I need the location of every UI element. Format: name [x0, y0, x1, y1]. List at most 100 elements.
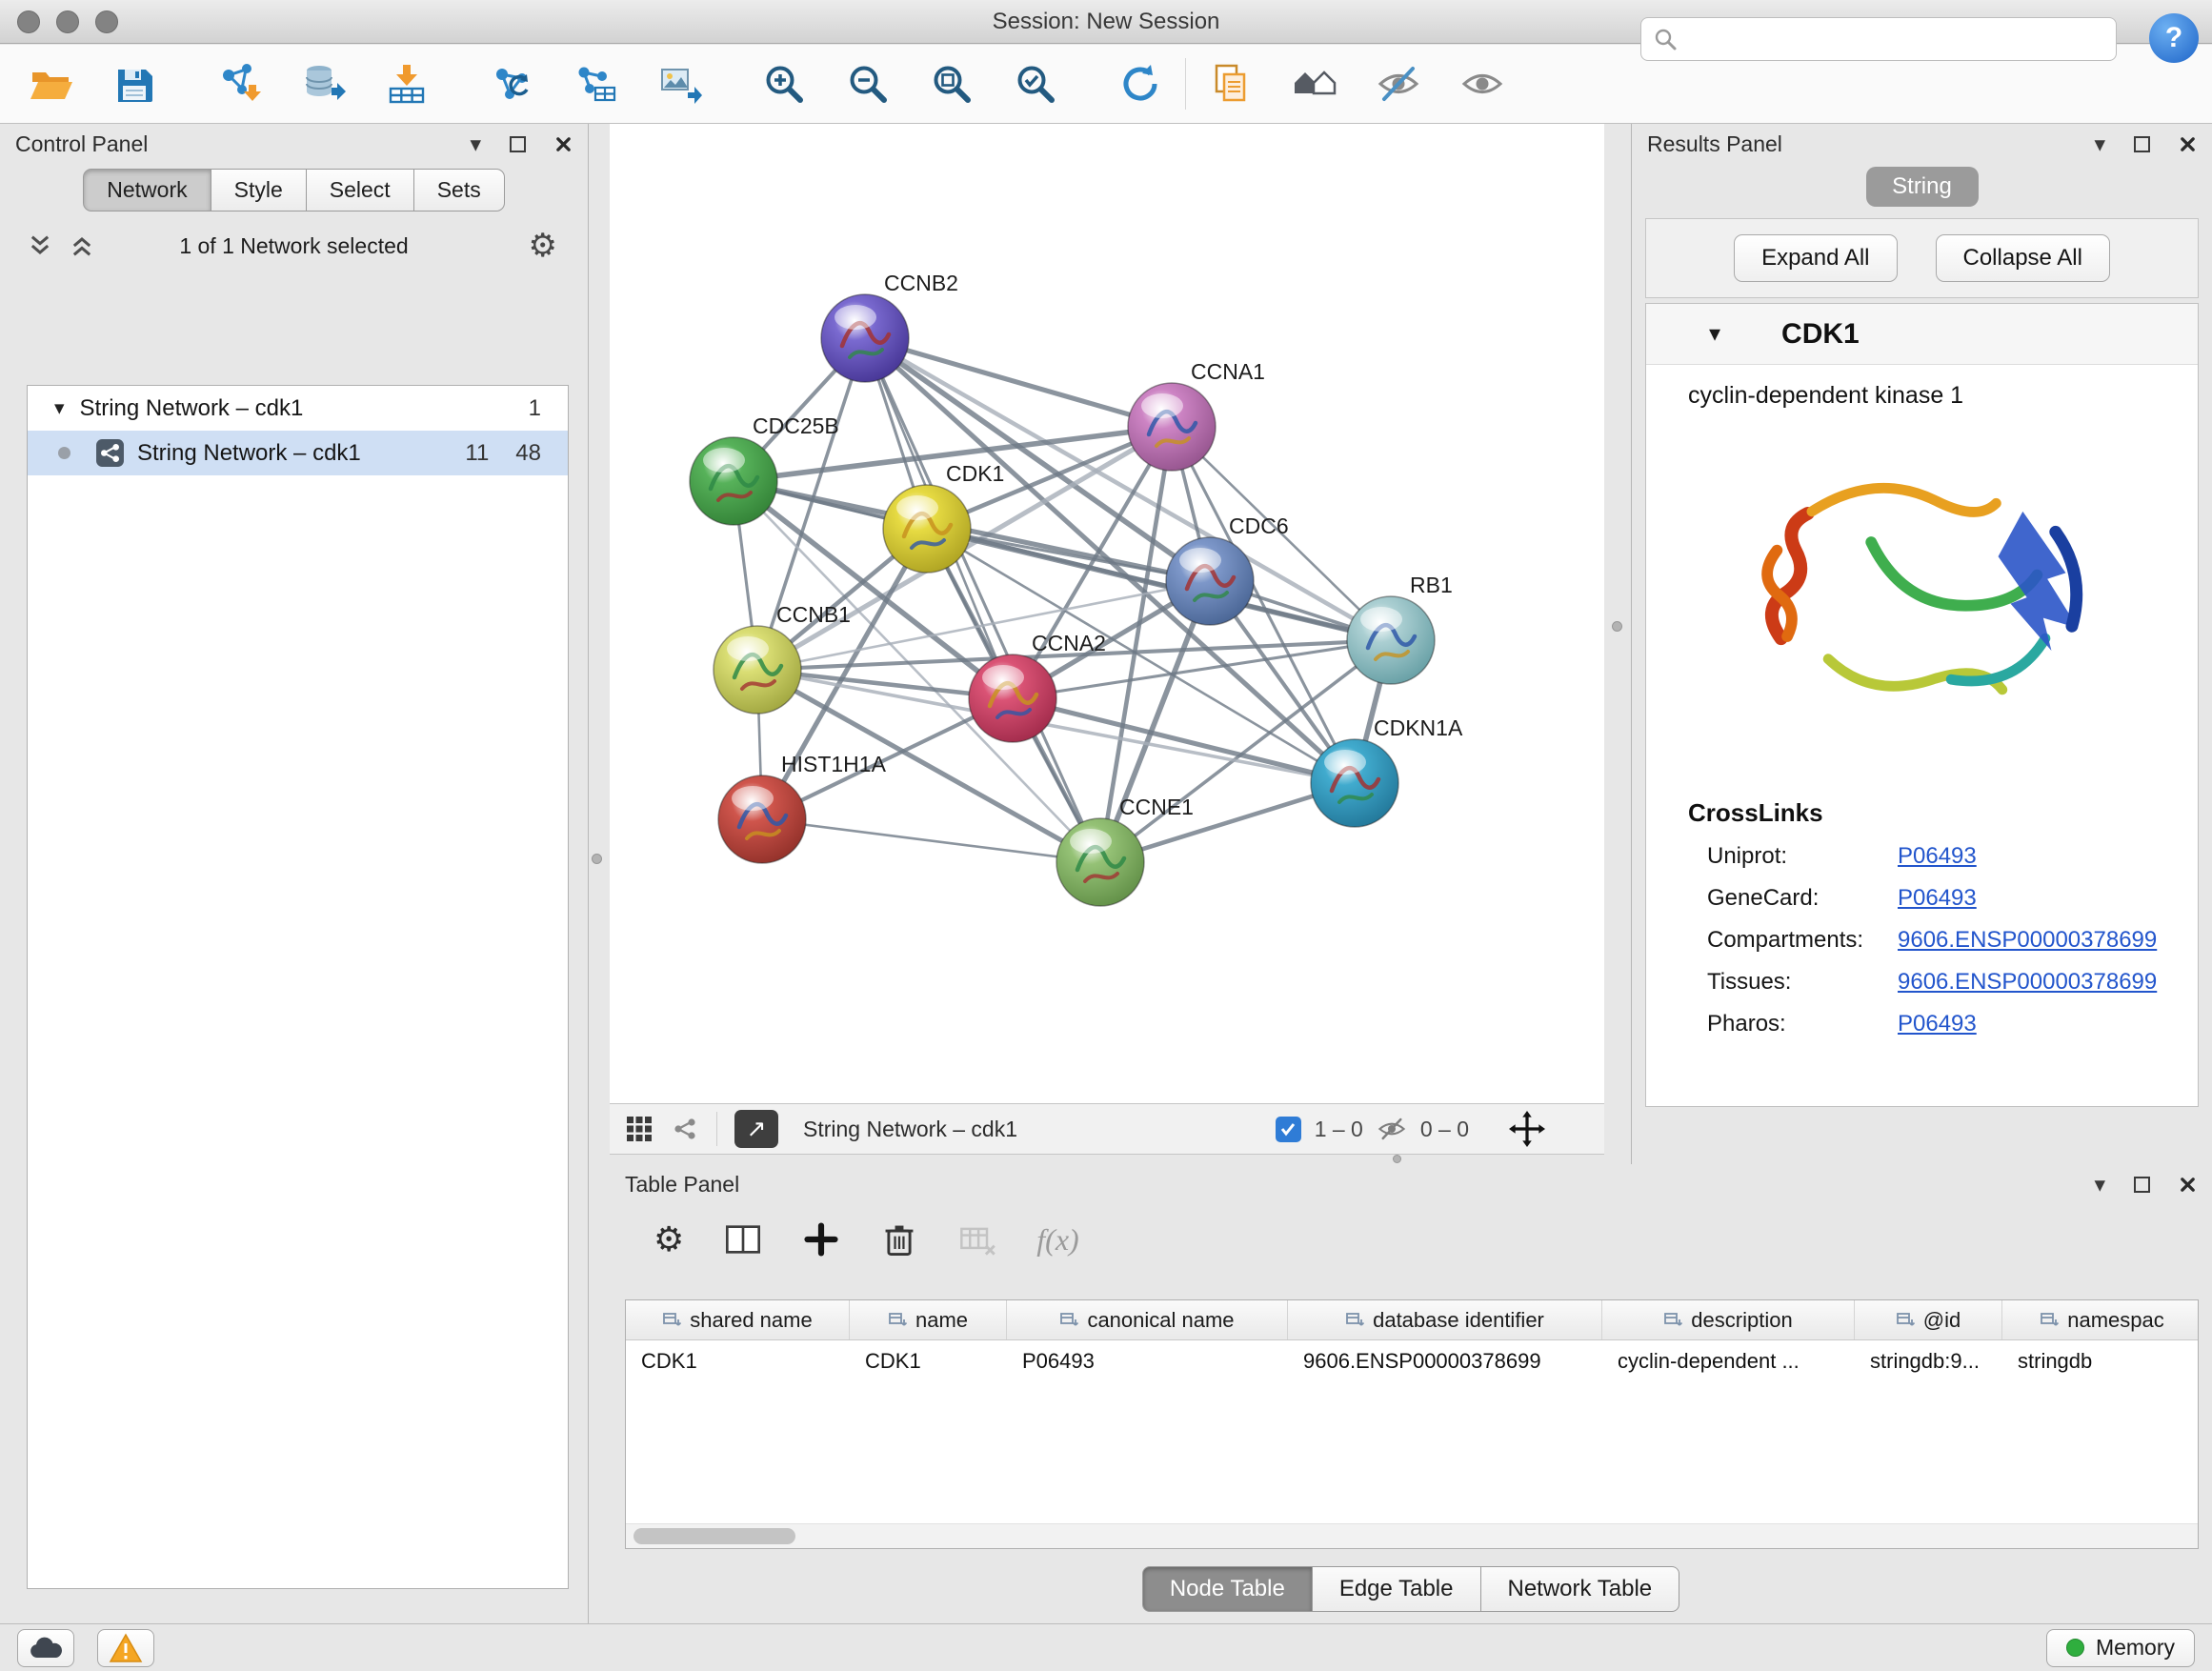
export-image-button[interactable] — [652, 56, 707, 111]
collapse-panel-icon[interactable]: ▾ — [2094, 133, 2105, 155]
entry-expand-icon[interactable]: ▾ — [1709, 320, 1720, 348]
float-panel-icon[interactable] — [2134, 136, 2150, 152]
grid-view-icon[interactable] — [625, 1115, 654, 1143]
string-tab-badge[interactable]: String — [1866, 167, 1979, 207]
show-all-button[interactable] — [1455, 56, 1510, 111]
close-panel-icon[interactable] — [2179, 1176, 2197, 1194]
import-table-icon — [384, 61, 430, 107]
network-node-HIST1H1A[interactable] — [718, 775, 806, 863]
external-link-icon: ↗ — [747, 1115, 767, 1143]
collapse-all-button[interactable]: Collapse All — [1936, 234, 2110, 282]
right-splitter-handle[interactable] — [1612, 621, 1622, 632]
tree-expand-icon[interactable]: ▾ — [54, 396, 65, 420]
tab-network[interactable]: Network — [83, 169, 211, 211]
zoom-out-button[interactable] — [840, 56, 895, 111]
search-input[interactable] — [1687, 27, 2104, 51]
network-node-CCNB1[interactable] — [714, 626, 801, 714]
table-settings-gear-icon[interactable]: ⚙ — [654, 1222, 684, 1257]
network-edge[interactable] — [865, 338, 1100, 862]
zoom-in-button[interactable] — [756, 56, 812, 111]
node-label-CDKN1A: CDKN1A — [1374, 715, 1463, 740]
zoom-fit-button[interactable] — [924, 56, 979, 111]
pharos-link[interactable]: P06493 — [1898, 1011, 1977, 1037]
hide-selected-button[interactable] — [1371, 56, 1426, 111]
network-canvas[interactable]: CCNB2CCNA1CDC25BCDK1CDC6RB1CCNB1CCNA2CDK… — [610, 124, 1604, 1103]
tab-style[interactable]: Style — [211, 169, 307, 211]
hidden-eye-slash-icon[interactable] — [1377, 1114, 1407, 1144]
network-node-CCNA1[interactable] — [1128, 383, 1216, 471]
scrollbar-thumb[interactable] — [633, 1528, 795, 1544]
tab-select[interactable]: Select — [307, 169, 414, 211]
detach-view-button[interactable]: ↗ — [734, 1110, 778, 1148]
protein-entry-header[interactable]: ▾ CDK1 — [1646, 304, 2198, 365]
network-row[interactable]: String Network – cdk1 11 48 — [28, 431, 568, 475]
close-panel-icon[interactable] — [2179, 135, 2197, 153]
network-node-CCNB2[interactable] — [821, 294, 909, 382]
cloud-button[interactable] — [17, 1629, 74, 1667]
import-network-file-button[interactable] — [211, 56, 267, 111]
float-panel-icon[interactable] — [510, 136, 526, 152]
table-row[interactable]: CDK1 CDK1 P06493 9606.ENSP00000378699 cy… — [626, 1340, 2198, 1382]
gear-icon[interactable]: ⚙ — [529, 227, 557, 266]
horizontal-scrollbar[interactable] — [626, 1523, 2198, 1548]
delete-column-trash-icon[interactable] — [880, 1220, 918, 1258]
expand-all-button[interactable]: Expand All — [1734, 234, 1897, 282]
network-node-RB1[interactable] — [1347, 596, 1435, 684]
selected-checkbox[interactable] — [1276, 1117, 1301, 1142]
apply-layout-button[interactable] — [1287, 56, 1342, 111]
bottom-splitter-handle[interactable] — [1393, 1155, 1401, 1163]
refresh-view-button[interactable] — [1113, 56, 1168, 111]
import-table-file-button[interactable] — [379, 56, 434, 111]
column-header[interactable]: shared name — [626, 1300, 850, 1339]
compartments-link[interactable]: 9606.ENSP00000378699 — [1898, 927, 2157, 954]
network-edge[interactable] — [762, 819, 1100, 862]
memory-button[interactable]: Memory — [2046, 1629, 2195, 1667]
uniprot-link[interactable]: P06493 — [1898, 843, 1977, 870]
node-label-CCNB1: CCNB1 — [776, 602, 851, 627]
help-button[interactable]: ? — [2149, 13, 2199, 63]
column-header[interactable]: canonical name — [1007, 1300, 1288, 1339]
copy-button[interactable] — [1203, 56, 1258, 111]
window-statusbar: Memory — [0, 1623, 2212, 1671]
node-label-HIST1H1A: HIST1H1A — [781, 752, 887, 776]
network-collection-count: 1 — [529, 395, 541, 422]
network-node-CDK1[interactable] — [883, 485, 971, 573]
network-node-CCNA2[interactable] — [969, 654, 1056, 742]
network-node-CDKN1A[interactable] — [1311, 739, 1398, 827]
warnings-button[interactable] — [97, 1629, 154, 1667]
network-share-icon[interactable] — [671, 1115, 699, 1143]
pan-crosshair-icon[interactable] — [1509, 1111, 1545, 1147]
show-columns-icon[interactable] — [724, 1220, 762, 1258]
eye-icon — [1459, 61, 1505, 107]
float-panel-icon[interactable] — [2134, 1177, 2150, 1193]
network-table-icon — [573, 61, 618, 107]
column-header[interactable]: namespac — [2002, 1300, 2199, 1339]
zoom-selected-button[interactable] — [1008, 56, 1063, 111]
network-node-CDC6[interactable] — [1166, 537, 1254, 625]
tab-node-table[interactable]: Node Table — [1142, 1566, 1313, 1612]
column-header[interactable]: database identifier — [1288, 1300, 1602, 1339]
left-splitter-handle[interactable] — [592, 854, 602, 864]
collapse-panel-icon[interactable]: ▾ — [2094, 1174, 2105, 1196]
new-network-button[interactable] — [484, 56, 539, 111]
network-node-CDC25B[interactable] — [690, 437, 777, 525]
open-session-button[interactable] — [23, 56, 78, 111]
network-node-CCNE1[interactable] — [1056, 818, 1144, 906]
genecard-link[interactable]: P06493 — [1898, 885, 1977, 912]
tab-edge-table[interactable]: Edge Table — [1313, 1566, 1481, 1612]
import-network-database-button[interactable] — [295, 56, 351, 111]
warning-icon — [109, 1633, 143, 1663]
column-header[interactable]: name — [850, 1300, 1007, 1339]
tab-network-table[interactable]: Network Table — [1481, 1566, 1680, 1612]
add-column-plus-icon[interactable] — [802, 1220, 840, 1258]
new-network-table-button[interactable] — [568, 56, 623, 111]
collapse-panel-icon[interactable]: ▾ — [470, 133, 481, 155]
close-panel-icon[interactable] — [554, 135, 573, 153]
column-header[interactable]: description — [1602, 1300, 1855, 1339]
tissues-link[interactable]: 9606.ENSP00000378699 — [1898, 969, 2157, 996]
column-header[interactable]: @id — [1855, 1300, 2002, 1339]
tab-sets[interactable]: Sets — [414, 169, 505, 211]
node-table: shared name name canonical name database… — [625, 1299, 2199, 1549]
network-collection-row[interactable]: ▾ String Network – cdk1 1 — [28, 386, 568, 431]
save-session-button[interactable] — [107, 56, 162, 111]
